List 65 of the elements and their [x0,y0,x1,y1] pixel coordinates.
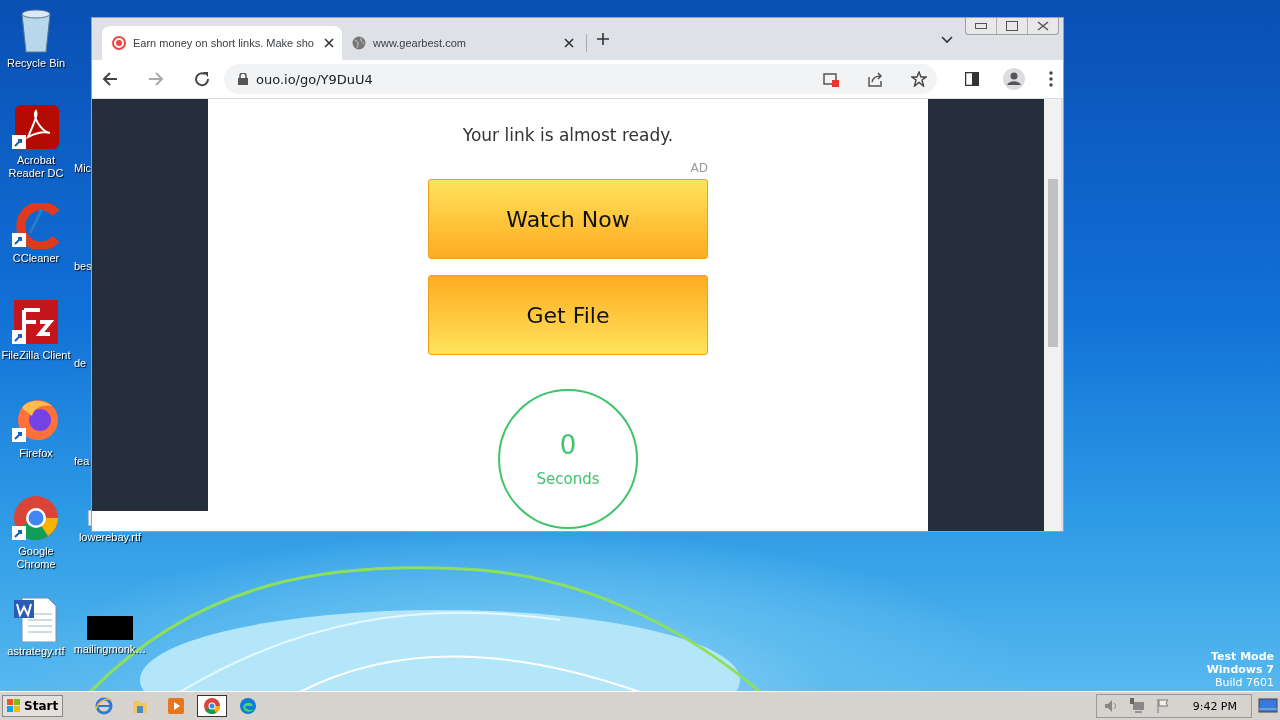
blocked-popup-icon [823,71,839,87]
url-text: ouo.io/go/Y9DuU4 [256,71,374,87]
countdown-unit: Seconds [536,470,600,488]
lock-icon [238,73,248,85]
network-icon [1128,698,1145,714]
edge-icon [239,697,258,715]
flag-icon [1154,698,1171,714]
target-icon [112,36,126,50]
desktop-icon-label[interactable]: Firefox [19,447,53,460]
close-icon [324,38,334,48]
windows-flag-icon [7,699,21,713]
word-document-icon [12,596,60,642]
pdf-reader-icon [12,105,60,151]
browser-tab[interactable]: www.gearbest.com [342,26,582,60]
desktop-icon-label[interactable]: CCleaner [12,252,60,265]
desktop-icon-label[interactable]: Mic [74,162,92,175]
os-notice-text: Build 7601 [1214,676,1274,689]
close-icon [1037,21,1049,31]
share-icon [867,71,883,87]
os-notice-text: Windows 7 [1206,663,1274,676]
os-notice-text: Test Mode [1211,650,1274,663]
star-icon [911,71,927,87]
back-icon [102,71,118,87]
start-button[interactable]: Start [2,695,64,717]
speaker-icon [1102,698,1119,714]
countdown-value: 0 [559,430,577,460]
globe-icon [352,36,366,50]
address-bar[interactable]: ouo.io/go/Y9DuU4 [224,64,937,94]
tab-title: www.gearbest.com [373,37,467,49]
desktop-icon-label[interactable]: Acrobat Reader DC [0,154,72,180]
ad-label: AD [689,161,708,175]
browser-e-icon [95,697,114,715]
chrome-icon [12,496,60,542]
cleaner-icon [12,203,60,249]
filezilla-icon [12,300,60,346]
action-button[interactable]: Watch Now [428,179,708,259]
file-thumbnail-icon [87,616,133,640]
forward-icon [148,71,164,87]
side-panel-icon [965,72,979,86]
desktop-icon-label[interactable]: bes [74,260,92,273]
maximize-icon [1006,21,1018,31]
new-tab-icon [597,33,609,45]
desktop-icon-label[interactable]: Recycle Bin [6,57,66,70]
profile-avatar-icon [1003,68,1025,90]
browser-tab[interactable]: Earn money on short links. Make sho [102,26,342,60]
taskbar-app-button[interactable] [197,695,228,717]
scrollbar[interactable] [1044,99,1061,531]
page-heading: Your link is almost ready. [462,125,674,145]
desktop-icon-label[interactable]: lowerebay.rtf [78,531,142,544]
chevron-down-icon [941,36,953,44]
desktop-icon-label[interactable]: FileZilla Client [1,349,71,362]
tab-title: Earn money on short links. Make sho [133,37,315,49]
media-player-icon [167,697,186,715]
close-icon [564,38,574,48]
firefox-icon [12,398,60,444]
action-button[interactable]: Get File [428,275,708,355]
chrome-icon [203,697,222,715]
show-desktop-icon [1258,697,1278,715]
desktop-icon-label[interactable]: Google Chrome [0,545,72,571]
menu-icon [1049,71,1053,87]
desktop-icon-label[interactable]: de [74,357,87,370]
desktop-icon-label[interactable]: fea [74,455,90,468]
clock-text: 9:42 PM [1192,699,1237,713]
minimize-icon [975,23,987,29]
reload-icon [194,71,210,87]
